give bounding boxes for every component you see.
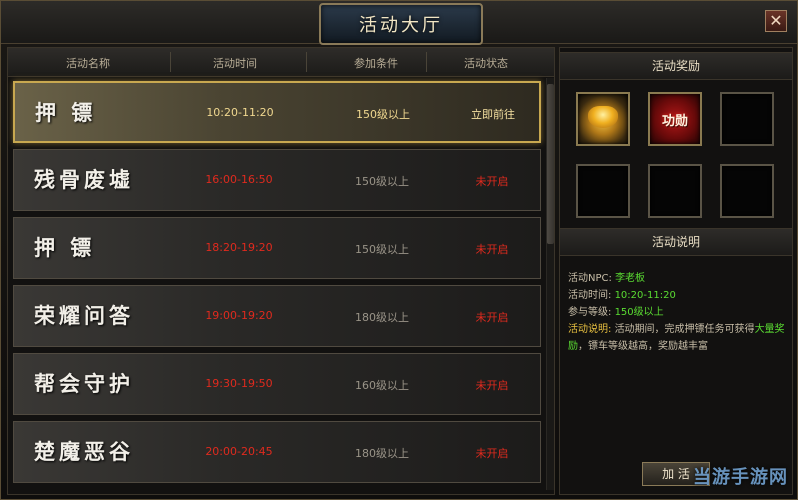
reward-slot-empty bbox=[720, 92, 774, 146]
activity-time: 10:20-11:20 bbox=[206, 106, 274, 119]
reward-slot-empty bbox=[720, 164, 774, 218]
reward-slot-gold-ingot[interactable] bbox=[576, 92, 630, 146]
activity-status: 未开启 bbox=[475, 379, 509, 392]
rewards-header: 活动奖励 bbox=[560, 52, 792, 80]
activity-time: 20:00-20:45 bbox=[205, 445, 273, 458]
right-panel: 活动奖励 功勋 活动说明 活动NPC: 李老板 活动时间: 10:20-11:2… bbox=[559, 47, 793, 495]
header-divider bbox=[170, 52, 171, 72]
activity-status: 未开启 bbox=[475, 447, 509, 460]
header-activity-time: 活动时间 bbox=[213, 57, 257, 70]
activity-condition: 180级以上 bbox=[355, 311, 409, 324]
activity-condition: 150级以上 bbox=[356, 108, 410, 121]
info-header: 活动说明 bbox=[560, 228, 792, 256]
activity-name: 押 镖 bbox=[35, 100, 97, 125]
reward-slot-empty bbox=[576, 164, 630, 218]
activity-list-panel: 活动名称 活动时间 参加条件 活动状态 押 镖 10:20-11:20 150级… bbox=[7, 47, 555, 495]
desc-text-2: ，镖车等级越高，奖励越丰富 bbox=[578, 341, 708, 352]
activity-description: 活动NPC: 李老板 活动时间: 10:20-11:20 参与等级: 150级以… bbox=[568, 270, 786, 355]
window-title: 活动大厅 bbox=[359, 15, 443, 36]
activity-name: 荣耀问答 bbox=[34, 303, 134, 328]
reward-slot-merit[interactable]: 功勋 bbox=[648, 92, 702, 146]
header-activity-name: 活动名称 bbox=[66, 57, 110, 70]
activity-name: 残骨废墟 bbox=[34, 167, 134, 192]
activity-time: 18:20-19:20 bbox=[205, 241, 273, 254]
header-status: 活动状态 bbox=[464, 57, 508, 70]
activity-status: 未开启 bbox=[475, 243, 509, 256]
npc-label: 活动NPC: bbox=[568, 273, 612, 284]
header-divider bbox=[306, 52, 307, 72]
activity-status-go[interactable]: 立即前往 bbox=[443, 106, 543, 122]
activity-condition: 160级以上 bbox=[355, 379, 409, 392]
level-line: 参与等级: 150级以上 bbox=[568, 304, 786, 321]
activity-hall-window: 活动大厅 ✕ 活动名称 活动时间 参加条件 活动状态 押 镖 10:20-11:… bbox=[0, 0, 798, 500]
list-scrollbar[interactable] bbox=[546, 78, 554, 490]
activity-condition: 180级以上 bbox=[355, 447, 409, 460]
header-divider bbox=[426, 52, 427, 72]
activity-row-bone-ruins[interactable]: 残骨废墟 16:00-16:50 150级以上 未开启 bbox=[13, 149, 541, 211]
desc-text-1: 活动期间，完成押镖任务可获得 bbox=[614, 324, 755, 335]
activity-row-guild-guard[interactable]: 帮会守护 19:30-19:50 160级以上 未开启 bbox=[13, 353, 541, 415]
activity-row-demon-valley[interactable]: 楚魔恶谷 20:00-20:45 180级以上 未开启 bbox=[13, 421, 541, 483]
title-plate: 活动大厅 bbox=[319, 3, 483, 45]
level-label: 参与等级: bbox=[568, 307, 612, 318]
time-value: 10:20-11:20 bbox=[614, 290, 676, 301]
desc-label: 活动说明: bbox=[568, 324, 612, 335]
activity-row-escort[interactable]: 押 镖 10:20-11:20 150级以上 立即前往 bbox=[13, 81, 541, 143]
activity-status: 未开启 bbox=[475, 175, 509, 188]
desc-line: 活动说明: 活动期间，完成押镖任务可获得大量奖励，镖车等级越高，奖励越丰富 bbox=[568, 321, 786, 355]
activity-name: 楚魔恶谷 bbox=[34, 439, 134, 464]
title-bar: 活动大厅 ✕ bbox=[1, 1, 797, 45]
activity-condition: 150级以上 bbox=[355, 175, 409, 188]
activity-name: 押 镖 bbox=[34, 235, 96, 260]
site-watermark: 当游手游网 bbox=[693, 467, 788, 488]
activity-time: 16:00-16:50 bbox=[205, 173, 273, 186]
reward-slot-empty bbox=[648, 164, 702, 218]
close-button[interactable]: ✕ bbox=[765, 10, 787, 32]
header-condition: 参加条件 bbox=[354, 57, 398, 70]
activity-row-escort-evening[interactable]: 押 镖 18:20-19:20 150级以上 未开启 bbox=[13, 217, 541, 279]
gold-ingot-icon bbox=[588, 106, 618, 128]
npc-value: 李老板 bbox=[615, 273, 646, 284]
column-header: 活动名称 活动时间 参加条件 活动状态 bbox=[8, 48, 554, 77]
time-line: 活动时间: 10:20-11:20 bbox=[568, 287, 786, 304]
activity-status: 未开启 bbox=[475, 311, 509, 324]
activity-name: 帮会守护 bbox=[34, 371, 134, 396]
activity-time: 19:30-19:50 bbox=[205, 377, 273, 390]
activity-row-glory-quiz[interactable]: 荣耀问答 19:00-19:20 180级以上 未开启 bbox=[13, 285, 541, 347]
activity-time: 19:00-19:20 bbox=[205, 309, 273, 322]
activity-condition: 150级以上 bbox=[355, 243, 409, 256]
merit-icon: 功勋 bbox=[661, 114, 688, 129]
npc-line: 活动NPC: 李老板 bbox=[568, 270, 786, 287]
time-label: 活动时间: bbox=[568, 290, 612, 301]
scroll-thumb[interactable] bbox=[547, 84, 554, 244]
level-value: 150级以上 bbox=[614, 307, 664, 318]
